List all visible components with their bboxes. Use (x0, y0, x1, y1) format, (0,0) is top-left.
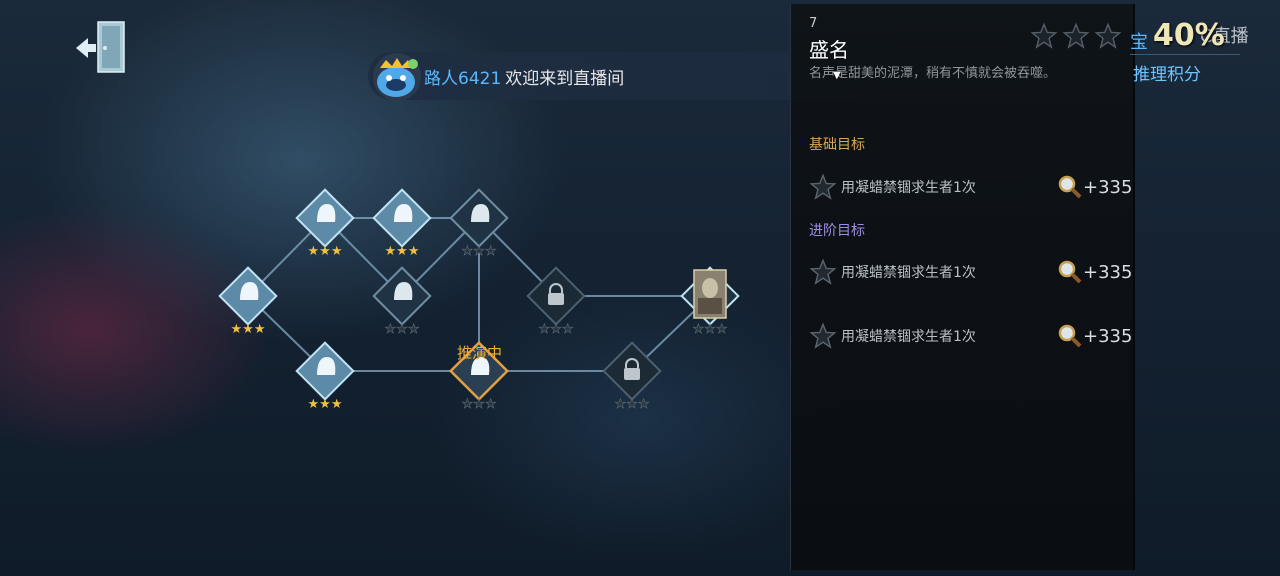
goal-points: +335 (1083, 176, 1133, 198)
map-node-3[interactable]: ★★★ (372, 188, 432, 259)
svg-text:★★★: ★★★ (385, 244, 420, 259)
svg-text:★★★: ★★★ (693, 322, 728, 337)
empty-star-icon (809, 258, 837, 285)
goal-text: 用凝蜡禁锢求生者1次 (841, 329, 976, 345)
map-node-1[interactable]: ★★★ (218, 266, 278, 337)
partial-title-char: 宝 (1130, 32, 1148, 53)
magnifier-icon (1058, 324, 1082, 348)
goal-points: +335 (1083, 325, 1133, 347)
map-node-2[interactable]: ★★★ (295, 188, 355, 259)
goal-points: +335 (1083, 261, 1133, 283)
svg-text:★★★: ★★★ (462, 244, 497, 259)
magnifier-icon (1058, 260, 1082, 284)
map-node-4[interactable]: ★★★ (449, 188, 509, 259)
empty-star-icon (809, 173, 837, 200)
svg-text:★★★: ★★★ (308, 397, 343, 412)
panel-number: 7 (809, 16, 818, 31)
divider (1130, 54, 1240, 55)
svg-text:★★★: ★★★ (615, 397, 650, 412)
panel-description: 名声是甜美的泥潭，稍有不慎就会被吞噬。 (809, 66, 1057, 81)
goal-row: 用凝蜡禁锢求生者1次 +335 (809, 321, 1133, 351)
progress-percent: 40% (1153, 18, 1225, 53)
goal-row: 用凝蜡禁锢求生者1次 +335 (809, 172, 1133, 202)
advanced-goals-label: 进阶目标 (809, 223, 865, 239)
reasoning-points-label: 推理积分 (1133, 65, 1201, 85)
svg-text:★★★: ★★★ (462, 397, 497, 412)
svg-text:★★★: ★★★ (231, 322, 266, 337)
map-node-portrait[interactable]: ★★★ (680, 266, 740, 337)
map-node-locked-1[interactable]: ★★★ (526, 266, 586, 337)
deducing-label: 推演中 (457, 344, 503, 362)
magnifier-icon (1058, 175, 1082, 199)
panel-title: 盛名 (809, 38, 849, 62)
map-node-5[interactable]: ★★★ (372, 266, 432, 337)
empty-star-icon (1062, 22, 1090, 49)
empty-star-icon (1030, 22, 1058, 49)
goal-row: 用凝蜡禁锢求生者1次 +335 (809, 257, 1133, 287)
deduction-map: ★★★ ★★★ ★★★ ★★★ ★★★ ★★★ ★★★ ★★★ ★★★ ★★★ (218, 188, 740, 412)
goal-text: 用凝蜡禁锢求生者1次 (841, 180, 976, 196)
svg-text:★★★: ★★★ (539, 322, 574, 337)
svg-text:★★★: ★★★ (385, 322, 420, 337)
basic-goals-label: 基础目标 (809, 137, 865, 153)
svg-text:★★★: ★★★ (308, 244, 343, 259)
rating-stars (1030, 22, 1122, 50)
task-detail-panel: 7 名声是甜美的泥潭，稍有不慎就会被吞噬。 盛名 ▼ 基础目标 用凝蜡禁锢求生者… (790, 4, 1135, 570)
empty-star-icon (809, 322, 837, 349)
empty-star-icon (1094, 22, 1122, 49)
dropdown-arrow-icon[interactable]: ▼ (833, 70, 841, 81)
goal-text: 用凝蜡禁锢求生者1次 (841, 265, 976, 281)
